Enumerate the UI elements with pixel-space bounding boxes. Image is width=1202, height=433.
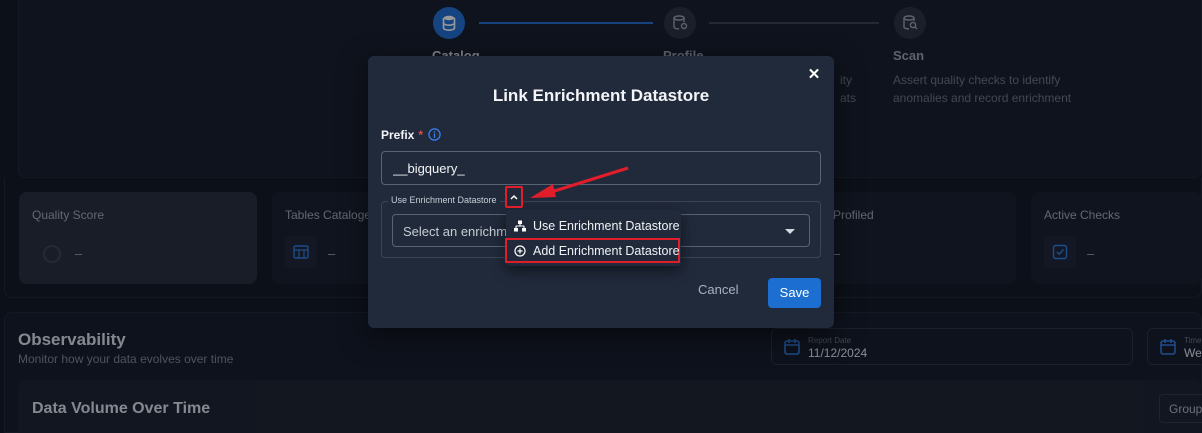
info-icon[interactable]: [428, 128, 441, 144]
save-button[interactable]: Save: [768, 278, 821, 308]
hierarchy-icon: [514, 220, 526, 232]
option-label: Add Enrichment Datastore: [533, 243, 680, 258]
prefix-label-text: Prefix: [381, 128, 415, 142]
plus-circle-icon: [514, 244, 526, 257]
link-enrichment-modal: Link Enrichment Datastore ✕ Prefix* Use …: [368, 56, 834, 328]
caret-down-icon: [785, 229, 795, 234]
enrichment-mode-dropdown: Use Enrichment Datastore Add Enrichment …: [505, 210, 681, 266]
prefix-label: Prefix *: [381, 128, 441, 144]
use-enrichment-datastore-option[interactable]: Use Enrichment Datastore: [506, 213, 681, 238]
close-icon[interactable]: ✕: [806, 67, 822, 83]
required-asterisk: *: [418, 128, 424, 142]
modal-title: Link Enrichment Datastore: [492, 86, 710, 105]
add-enrichment-datastore-option[interactable]: Add Enrichment Datastore: [505, 238, 680, 263]
chevron-up-icon: [510, 194, 518, 200]
option-label: Use Enrichment Datastore: [533, 218, 680, 233]
fieldset-legend: Use Enrichment Datastore: [388, 195, 500, 205]
collapse-toggle-button[interactable]: [505, 186, 523, 208]
cancel-button[interactable]: Cancel: [698, 282, 738, 297]
prefix-input[interactable]: [381, 151, 821, 185]
